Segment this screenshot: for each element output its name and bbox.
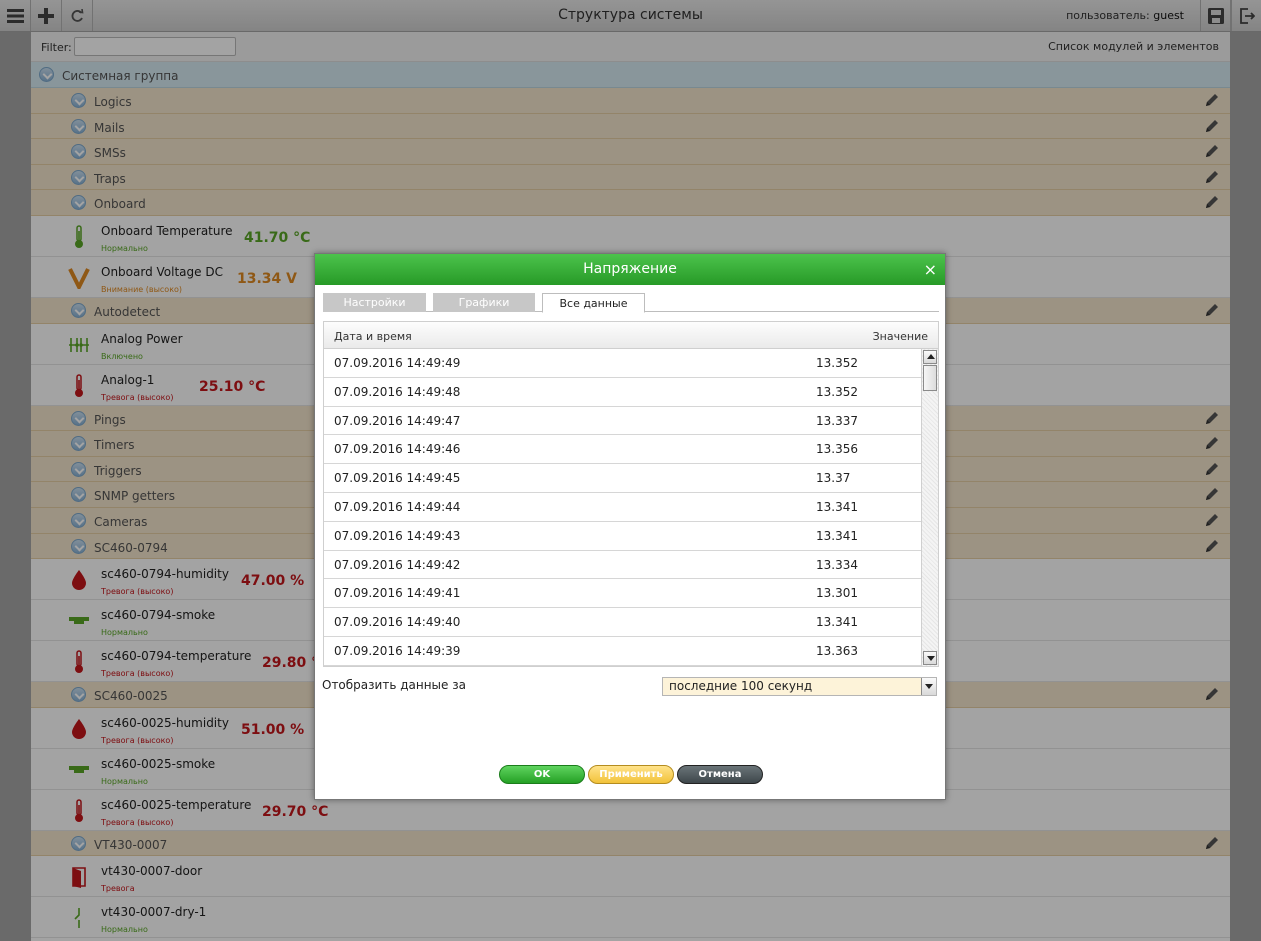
cell-datetime: 07.09.2016 14:49:44 [334,499,461,514]
cell-datetime: 07.09.2016 14:49:39 [334,643,461,658]
period-select[interactable]: последние 100 секунд [662,677,937,696]
column-value[interactable]: Значение [873,330,928,343]
dialog-header: Напряжение × [315,254,945,285]
cell-value: 13.337 [816,413,858,428]
cell-datetime: 07.09.2016 14:49:43 [334,528,461,543]
cell-value: 13.341 [816,528,858,543]
table-row[interactable]: 07.09.2016 14:49:43 13.341 [324,522,922,551]
table-row[interactable]: 07.09.2016 14:49:48 13.352 [324,378,922,407]
cell-value: 13.352 [816,356,858,370]
cell-datetime: 07.09.2016 14:49:42 [334,557,461,572]
grid-scrollbar[interactable] [921,349,938,666]
table-row[interactable]: 07.09.2016 14:49:46 13.356 [324,435,922,465]
chevron-down-icon [925,684,933,689]
table-row[interactable]: 07.09.2016 14:49:45 13.37 [324,464,922,493]
table-row[interactable]: 07.09.2016 14:49:40 13.341 [324,608,922,637]
dialog-tabs: Настройки Графики Все данные [323,293,939,313]
dialog-title: Напряжение [583,261,677,277]
table-row[interactable]: 07.09.2016 14:49:42 13.334 [324,551,922,580]
cell-datetime: 07.09.2016 14:49:40 [334,615,461,630]
grid-header: Дата и время Значение [324,322,938,349]
cell-value: 13.341 [816,615,858,630]
cancel-button[interactable]: Отмена [677,765,763,784]
cell-datetime: 07.09.2016 14:49:49 [334,356,461,370]
cell-datetime: 07.09.2016 14:49:48 [334,384,461,399]
scroll-down-button[interactable] [923,651,937,665]
table-row[interactable]: 07.09.2016 14:49:47 13.337 [324,407,922,436]
tab-settings[interactable]: Настройки [323,293,426,312]
cell-value: 13.341 [816,499,858,514]
cell-value: 13.352 [816,384,858,399]
table-row[interactable]: 07.09.2016 14:49:41 13.301 [324,579,922,609]
table-row[interactable]: 07.09.2016 14:49:44 13.341 [324,493,922,522]
cell-value: 13.37 [816,471,851,486]
voltage-dialog: Напряжение × Настройки Графики Все данны… [314,253,946,800]
apply-button[interactable]: Применить [588,765,674,784]
arrow-up-icon [927,354,935,359]
cell-value: 13.363 [816,643,858,658]
data-grid: Дата и время Значение 07.09.2016 14:49:4… [323,321,939,667]
close-icon[interactable]: × [924,254,937,285]
ok-button[interactable]: OK [499,765,585,784]
scroll-up-button[interactable] [923,350,937,364]
grid-body: 07.09.2016 14:49:49 13.352 07.09.2016 14:4… [324,349,922,666]
cell-datetime: 07.09.2016 14:49:46 [334,442,461,457]
scroll-thumb[interactable] [923,365,937,391]
cell-value: 13.356 [816,442,858,457]
tab-all-data[interactable]: Все данные [542,293,645,313]
table-row[interactable]: 07.09.2016 14:49:39 13.363 [324,637,922,666]
show-data-label: Отобразить данные за [322,678,466,692]
cell-datetime: 07.09.2016 14:49:41 [334,586,461,601]
cell-value: 13.334 [816,557,858,572]
arrow-down-icon [927,656,935,661]
dropdown-button[interactable] [921,678,936,695]
table-row[interactable]: 07.09.2016 14:49:49 13.352 [324,349,922,378]
cell-datetime: 07.09.2016 14:49:47 [334,413,461,428]
period-value: последние 100 секунд [669,679,813,693]
column-datetime[interactable]: Дата и время [334,330,412,343]
cell-value: 13.301 [816,586,858,601]
tab-charts[interactable]: Графики [433,293,535,312]
cell-datetime: 07.09.2016 14:49:45 [334,471,461,486]
